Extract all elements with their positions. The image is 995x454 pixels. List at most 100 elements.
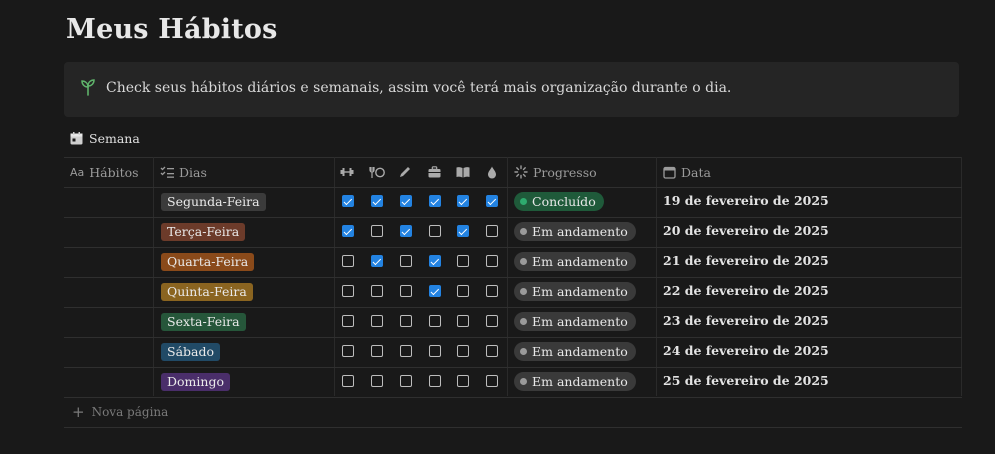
habit-checkbox[interactable] [457,225,469,237]
habit-checkbox[interactable] [342,315,354,327]
column-header-trabalho[interactable] [428,157,441,187]
status-dot [520,318,527,325]
habit-checkbox[interactable] [429,255,441,267]
habit-checkbox[interactable] [486,225,498,237]
column-header-escrita[interactable] [399,157,411,187]
habit-checkbox[interactable] [429,375,441,387]
habit-checkbox[interactable] [400,315,412,327]
briefcase-icon [428,166,441,178]
habit-checkbox[interactable] [457,345,469,357]
day-tag[interactable]: Quarta-Feira [161,253,255,271]
date-value[interactable]: 24 de fevereiro de 2025 [663,343,829,358]
plus-icon: + [72,403,85,421]
status-badge[interactable]: Em andamento [514,222,636,241]
column-header-data[interactable]: Data [663,157,711,187]
status-badge[interactable]: Concluído [514,192,604,211]
habit-checkbox[interactable] [400,195,412,207]
status-label: Concluído [532,194,596,209]
date-value[interactable]: 20 de fevereiro de 2025 [663,223,829,238]
habit-checkbox[interactable] [486,315,498,327]
day-tag[interactable]: Domingo [161,373,230,391]
habit-checkbox[interactable] [371,285,383,297]
habit-checkbox[interactable] [342,375,354,387]
checklist-icon [160,166,174,178]
date-value[interactable]: 23 de fevereiro de 2025 [663,313,829,328]
status-badge[interactable]: Em andamento [514,252,636,271]
page-title[interactable]: Meus Hábitos [66,14,278,45]
day-tag[interactable]: Segunda-Feira [161,193,266,211]
habit-checkbox[interactable] [429,195,441,207]
date-value[interactable]: 22 de fevereiro de 2025 [663,283,829,298]
status-badge[interactable]: Em andamento [514,312,636,331]
status-label: Em andamento [532,254,628,269]
sprout-icon [81,79,95,96]
habit-checkbox[interactable] [371,315,383,327]
day-tag[interactable]: Sábado [161,343,220,361]
table-row[interactable]: Segunda-Feira Concluído 19 de fevereiro de… [64,187,962,217]
view-tab-semana[interactable]: Semana [70,131,140,146]
status-badge[interactable]: Em andamento [514,372,636,391]
date-value[interactable]: 19 de fevereiro de 2025 [663,193,829,208]
calendar-icon [70,132,83,145]
habit-checkbox[interactable] [429,225,441,237]
new-page-button[interactable]: + Nova página [72,403,168,421]
table-bottom-border [64,427,962,428]
habit-checkbox[interactable] [371,345,383,357]
habit-checkbox[interactable] [429,345,441,357]
habit-checkbox[interactable] [457,195,469,207]
habit-checkbox[interactable] [342,285,354,297]
day-tag[interactable]: Terça-Feira [161,223,246,241]
status-badge[interactable]: Em andamento [514,342,636,361]
habit-checkbox[interactable] [371,375,383,387]
habit-checkbox[interactable] [486,375,498,387]
day-tag[interactable]: Sexta-Feira [161,313,246,331]
column-header-leitura[interactable] [456,157,470,187]
column-header-alimentacao[interactable] [369,157,385,187]
habit-checkbox[interactable] [342,255,354,267]
status-label: Em andamento [532,344,628,359]
table-row[interactable]: Sábado Em andamento 24 de fevereiro de 202… [64,337,962,367]
habit-checkbox[interactable] [457,375,469,387]
column-header-progresso[interactable]: Progresso [514,157,597,187]
habit-checkbox[interactable] [342,225,354,237]
table-row[interactable]: Sexta-Feira Em andamento 23 de fevereiro d… [64,307,962,337]
habit-checkbox[interactable] [400,225,412,237]
status-badge[interactable]: Em andamento [514,282,636,301]
habit-checkbox[interactable] [457,315,469,327]
habit-checkbox[interactable] [486,285,498,297]
row-divider [64,397,962,398]
table-row[interactable]: Domingo Em andamento 25 de fevereiro de 20… [64,367,962,397]
status-label: Em andamento [532,284,628,299]
table-row[interactable]: Terça-Feira Em andamento 20 de fevereiro d… [64,217,962,247]
status-label: Em andamento [532,224,628,239]
column-header-dias[interactable]: Dias [160,157,207,187]
habit-checkbox[interactable] [342,195,354,207]
habit-checkbox[interactable] [457,285,469,297]
habit-checkbox[interactable] [400,375,412,387]
column-header-habitos[interactable]: Aa Hábitos [70,157,139,187]
habit-checkbox[interactable] [400,255,412,267]
status-dot [520,378,527,385]
habit-checkbox[interactable] [342,345,354,357]
habit-checkbox[interactable] [486,345,498,357]
habit-checkbox[interactable] [400,345,412,357]
habit-checkbox[interactable] [429,285,441,297]
habit-checkbox[interactable] [371,225,383,237]
habit-checkbox[interactable] [400,285,412,297]
column-header-exercicio[interactable] [340,157,354,187]
column-header-agua[interactable] [487,157,497,187]
date-value[interactable]: 21 de fevereiro de 2025 [663,253,829,268]
table-row[interactable]: Quinta-Feira Em andamento 22 de fevereiro … [64,277,962,307]
date-value[interactable]: 25 de fevereiro de 2025 [663,373,829,388]
table-row[interactable]: Quarta-Feira Em andamento 21 de fevereiro … [64,247,962,277]
habit-checkbox[interactable] [371,195,383,207]
fork-plate-icon [369,166,385,178]
habit-checkbox[interactable] [429,315,441,327]
habit-checkbox[interactable] [457,255,469,267]
dumbbell-icon [340,168,354,176]
habit-checkbox[interactable] [371,255,383,267]
book-icon [456,167,470,178]
habit-checkbox[interactable] [486,195,498,207]
habit-checkbox[interactable] [486,255,498,267]
day-tag[interactable]: Quinta-Feira [161,283,253,301]
